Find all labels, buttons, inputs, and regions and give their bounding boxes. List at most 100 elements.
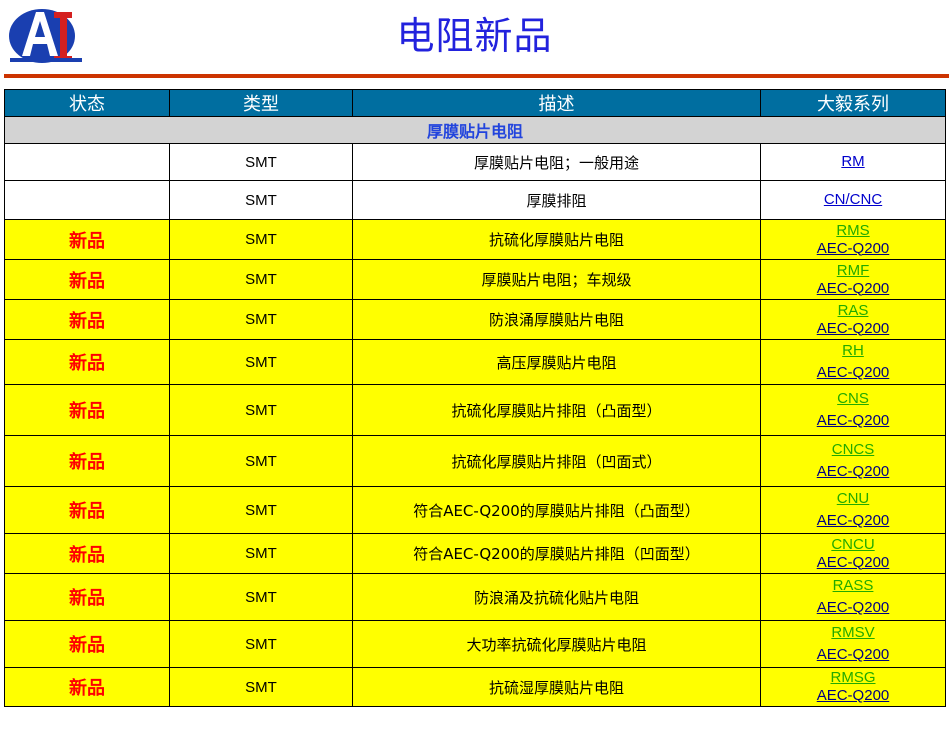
type-cell: SMT <box>169 339 353 385</box>
table-row: SMT 厚膜贴片电阻；一般用途 RM <box>4 143 946 181</box>
status-badge: 新品 <box>4 667 170 707</box>
header-type: 类型 <box>169 89 353 117</box>
series-link[interactable]: RASS <box>761 577 945 595</box>
series-cell: RM <box>760 143 946 181</box>
series-link[interactable]: CNCS <box>761 441 945 459</box>
table-row: SMT 厚膜排阻 CN/CNC <box>4 180 946 220</box>
description-cell: 抗硫化厚膜贴片排阻（凸面型） <box>352 384 761 436</box>
description-cell: 高压厚膜贴片电阻 <box>352 339 761 385</box>
type-cell: SMT <box>169 620 353 668</box>
series-cell: RMF AEC-Q200 <box>760 259 946 300</box>
description-cell: 符合AEC-Q200的厚膜贴片排阻（凸面型） <box>352 486 761 534</box>
header-series: 大毅系列 <box>760 89 946 117</box>
status-badge: 新品 <box>4 573 170 621</box>
spec-link[interactable]: AEC-Q200 <box>761 412 945 430</box>
status-badge <box>4 143 170 181</box>
category-label: 厚膜贴片电阻 <box>4 116 946 144</box>
table-row: 新品 SMT 防浪涌及抗硫化贴片电阻 RASS AEC-Q200 <box>4 573 946 621</box>
page-title: 电阻新品 <box>396 14 553 58</box>
series-link[interactable]: RMSV <box>761 624 945 642</box>
spec-link[interactable]: AEC-Q200 <box>761 599 945 617</box>
status-badge: 新品 <box>4 533 170 574</box>
description-cell: 防浪涌及抗硫化贴片电阻 <box>352 573 761 621</box>
description-cell: 大功率抗硫化厚膜贴片电阻 <box>352 620 761 668</box>
spec-link[interactable]: AEC-Q200 <box>761 554 945 572</box>
series-cell: CNCU AEC-Q200 <box>760 533 946 574</box>
table-row: 新品 SMT 抗硫化厚膜贴片排阻（凹面式） CNCS AEC-Q200 <box>4 435 946 487</box>
type-cell: SMT <box>169 180 353 220</box>
description-cell: 抗硫湿厚膜贴片电阻 <box>352 667 761 707</box>
status-badge: 新品 <box>4 435 170 487</box>
type-cell: SMT <box>169 259 353 300</box>
status-badge: 新品 <box>4 339 170 385</box>
series-cell: RAS AEC-Q200 <box>760 299 946 340</box>
series-cell: RASS AEC-Q200 <box>760 573 946 621</box>
header-description: 描述 <box>352 89 761 117</box>
table-row: 新品 SMT 防浪涌厚膜贴片电阻 RAS AEC-Q200 <box>4 299 946 340</box>
table-row: 新品 SMT 抗硫湿厚膜贴片电阻 RMSG AEC-Q200 <box>4 667 946 707</box>
table-row: 新品 SMT 抗硫化厚膜贴片排阻（凸面型） CNS AEC-Q200 <box>4 384 946 436</box>
table-row: 新品 SMT 高压厚膜贴片电阻 RH AEC-Q200 <box>4 339 946 385</box>
type-cell: SMT <box>169 533 353 574</box>
table-row: 新品 SMT 符合AEC-Q200的厚膜贴片排阻（凸面型） CNU AEC-Q200 <box>4 486 946 534</box>
type-cell: SMT <box>169 384 353 436</box>
spec-link[interactable]: AEC-Q200 <box>761 320 945 338</box>
series-link[interactable]: RMSG <box>761 669 945 687</box>
table-row: 新品 SMT 抗硫化厚膜贴片电阻 RMS AEC-Q200 <box>4 219 946 260</box>
series-cell: RMSV AEC-Q200 <box>760 620 946 668</box>
status-badge: 新品 <box>4 486 170 534</box>
spec-link[interactable]: AEC-Q200 <box>761 364 945 382</box>
description-cell: 厚膜贴片电阻；车规级 <box>352 259 761 300</box>
description-cell: 防浪涌厚膜贴片电阻 <box>352 299 761 340</box>
series-cell: RMSG AEC-Q200 <box>760 667 946 707</box>
type-cell: SMT <box>169 219 353 260</box>
type-cell: SMT <box>169 667 353 707</box>
series-link[interactable]: CNCU <box>761 536 945 554</box>
table-row: 新品 SMT 符合AEC-Q200的厚膜贴片排阻（凹面型） CNCU AEC-Q200 <box>4 533 946 574</box>
table-row: 新品 SMT 大功率抗硫化厚膜贴片电阻 RMSV AEC-Q200 <box>4 620 946 668</box>
series-cell: CNS AEC-Q200 <box>760 384 946 436</box>
table-header-row: 状态 类型 描述 大毅系列 <box>4 89 946 117</box>
series-link[interactable]: RAS <box>761 302 945 320</box>
type-cell: SMT <box>169 143 353 181</box>
status-badge: 新品 <box>4 620 170 668</box>
series-cell: CNU AEC-Q200 <box>760 486 946 534</box>
status-badge <box>4 180 170 220</box>
series-link[interactable]: RMS <box>761 222 945 240</box>
series-link[interactable]: CNU <box>761 490 945 508</box>
table-row: 新品 SMT 厚膜贴片电阻；车规级 RMF AEC-Q200 <box>4 259 946 300</box>
description-cell: 抗硫化厚膜贴片排阻（凹面式） <box>352 435 761 487</box>
series-link[interactable]: CN/CNC <box>761 191 945 209</box>
spec-link[interactable]: AEC-Q200 <box>761 687 945 705</box>
product-table: 状态 类型 描述 大毅系列 厚膜贴片电阻 SMT 厚膜贴片电阻；一般用途 RM SMT… <box>4 89 946 707</box>
type-cell: SMT <box>169 486 353 534</box>
header-status: 状态 <box>4 89 170 117</box>
category-row: 厚膜贴片电阻 <box>4 116 946 144</box>
type-cell: SMT <box>169 435 353 487</box>
status-badge: 新品 <box>4 259 170 300</box>
type-cell: SMT <box>169 573 353 621</box>
spec-link[interactable]: AEC-Q200 <box>761 512 945 530</box>
series-link[interactable]: RM <box>761 153 945 171</box>
spec-link[interactable]: AEC-Q200 <box>761 646 945 664</box>
description-cell: 符合AEC-Q200的厚膜贴片排阻（凹面型） <box>352 533 761 574</box>
spec-link[interactable]: AEC-Q200 <box>761 280 945 298</box>
description-cell: 厚膜排阻 <box>352 180 761 220</box>
series-link[interactable]: RH <box>761 342 945 360</box>
description-cell: 厚膜贴片电阻；一般用途 <box>352 143 761 181</box>
status-badge: 新品 <box>4 219 170 260</box>
page-header: 电阻新品 <box>0 0 949 80</box>
title-divider <box>4 74 949 78</box>
type-cell: SMT <box>169 299 353 340</box>
series-link[interactable]: CNS <box>761 390 945 408</box>
spec-link[interactable]: AEC-Q200 <box>761 463 945 481</box>
status-badge: 新品 <box>4 384 170 436</box>
series-cell: RH AEC-Q200 <box>760 339 946 385</box>
description-cell: 抗硫化厚膜贴片电阻 <box>352 219 761 260</box>
series-cell: CNCS AEC-Q200 <box>760 435 946 487</box>
series-link[interactable]: RMF <box>761 262 945 280</box>
spec-link[interactable]: AEC-Q200 <box>761 240 945 258</box>
status-badge: 新品 <box>4 299 170 340</box>
series-cell: RMS AEC-Q200 <box>760 219 946 260</box>
series-cell: CN/CNC <box>760 180 946 220</box>
